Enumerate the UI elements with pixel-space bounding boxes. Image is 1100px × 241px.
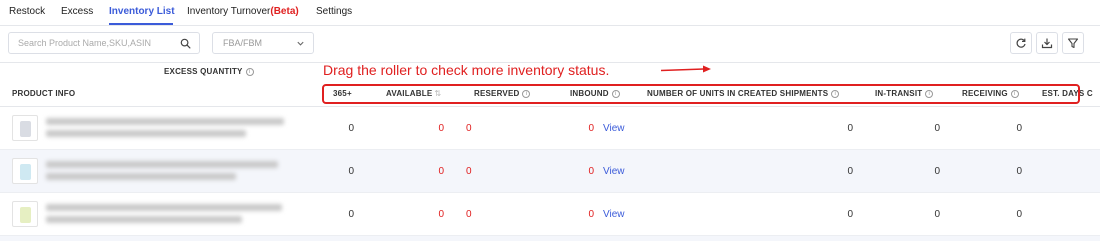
chevron-down-icon xyxy=(297,41,304,46)
fulfillment-select-value: FBA/FBM xyxy=(223,38,263,48)
cell-in-transit: 0 xyxy=(934,166,940,177)
redacted-product-text xyxy=(46,204,282,211)
cell-receiving: 0 xyxy=(1016,166,1022,177)
cell-available: 0 xyxy=(438,209,444,220)
cell-reserved: 0 xyxy=(466,123,472,134)
annotation-arrow-icon xyxy=(660,65,711,73)
annotation-highlight-box xyxy=(322,84,1080,104)
redacted-product-text xyxy=(46,118,284,125)
table-row[interactable]: 0 0 0 0 View 0 0 0 xyxy=(0,150,1100,193)
product-thumbnail[interactable] xyxy=(12,115,38,141)
cell-365-plus: 0 xyxy=(348,166,354,177)
redacted-product-text xyxy=(46,216,242,223)
cell-units-in-created-shipments: 0 xyxy=(847,209,853,220)
inbound-view-link[interactable]: View xyxy=(603,123,625,134)
cell-available: 0 xyxy=(438,166,444,177)
beta-badge: (Beta) xyxy=(270,6,299,17)
excess-quantity-header: EXCESS QUANTITY i xyxy=(164,67,254,76)
column-header-product-info: PRODUCT INFO xyxy=(12,89,76,98)
cell-365-plus: 0 xyxy=(348,209,354,220)
tab-bar: Restock Excess Inventory List Inventory … xyxy=(0,0,1100,26)
redacted-product-text xyxy=(46,173,236,180)
redacted-product-text xyxy=(46,130,246,137)
cell-units-in-created-shipments: 0 xyxy=(847,166,853,177)
tab-inventory-list[interactable]: Inventory List xyxy=(109,6,175,17)
table-row[interactable]: 0 0 0 0 View 0 0 0 xyxy=(0,107,1100,150)
cell-units-in-created-shipments: 0 xyxy=(847,123,853,134)
search-input[interactable] xyxy=(9,33,169,53)
tab-inventory-turnover[interactable]: Inventory Turnover(Beta) xyxy=(187,6,299,17)
cell-reserved: 0 xyxy=(466,166,472,177)
search-icon[interactable] xyxy=(180,38,191,49)
cell-in-transit: 0 xyxy=(934,209,940,220)
cell-in-transit: 0 xyxy=(934,123,940,134)
redacted-product-text xyxy=(46,161,278,168)
download-icon xyxy=(1041,38,1053,49)
active-tab-indicator xyxy=(109,23,173,25)
inbound-view-link[interactable]: View xyxy=(603,166,625,177)
filter-icon xyxy=(1067,38,1079,49)
tab-inventory-turnover-label: Inventory Turnover xyxy=(187,6,271,17)
product-thumbnail[interactable] xyxy=(12,201,38,227)
excess-quantity-label: EXCESS QUANTITY xyxy=(164,67,243,76)
cell-receiving: 0 xyxy=(1016,123,1022,134)
tab-settings[interactable]: Settings xyxy=(316,6,352,17)
refresh-icon xyxy=(1016,38,1026,48)
annotation-text: Drag the roller to check more inventory … xyxy=(323,62,610,78)
cell-reserved: 0 xyxy=(466,209,472,220)
fulfillment-select[interactable]: FBA/FBM xyxy=(212,32,314,54)
tab-excess[interactable]: Excess xyxy=(61,6,93,17)
cell-receiving: 0 xyxy=(1016,209,1022,220)
table-row[interactable]: 0 0 0 0 View 0 0 0 xyxy=(0,193,1100,236)
filter-button[interactable] xyxy=(1062,32,1084,54)
cell-inbound: 0 xyxy=(588,209,594,220)
cell-available: 0 xyxy=(438,123,444,134)
tab-restock[interactable]: Restock xyxy=(9,6,45,17)
cell-365-plus: 0 xyxy=(348,123,354,134)
info-icon[interactable]: i xyxy=(245,67,254,76)
product-thumbnail[interactable] xyxy=(12,158,38,184)
cell-inbound: 0 xyxy=(588,123,594,134)
download-button[interactable] xyxy=(1036,32,1058,54)
table-footer-strip xyxy=(0,236,1100,241)
inbound-view-link[interactable]: View xyxy=(603,209,625,220)
cell-inbound: 0 xyxy=(588,166,594,177)
search-box xyxy=(8,32,200,54)
refresh-button[interactable] xyxy=(1010,32,1032,54)
